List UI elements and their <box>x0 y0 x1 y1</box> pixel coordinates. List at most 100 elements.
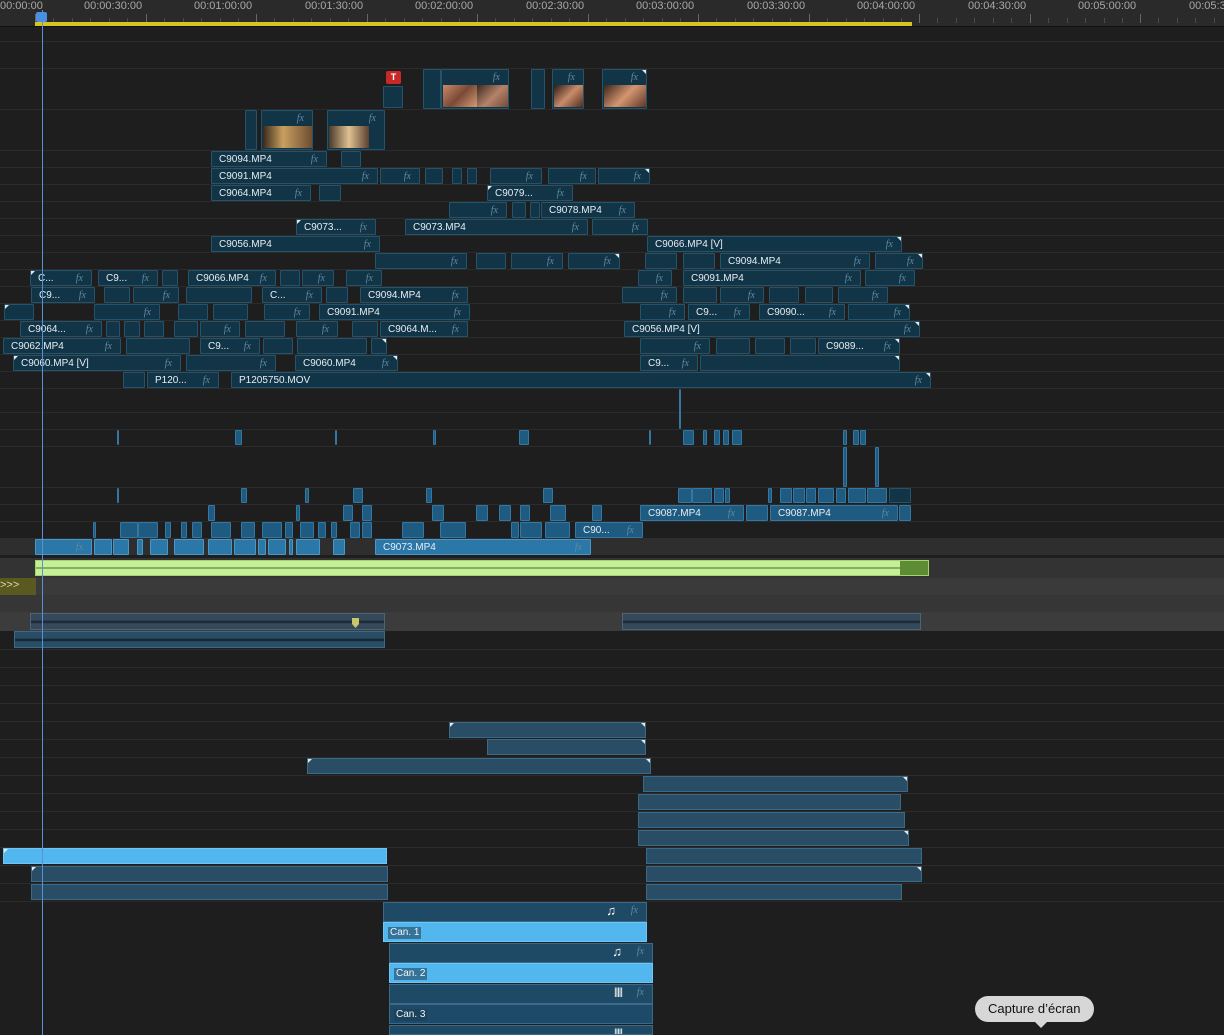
video-clip[interactable] <box>144 321 164 337</box>
video-clip[interactable] <box>117 488 119 503</box>
video-clip[interactable] <box>790 338 816 354</box>
video-clip[interactable] <box>300 522 314 538</box>
video-clip[interactable] <box>520 505 530 521</box>
video-clip[interactable] <box>692 488 712 503</box>
video-clip[interactable]: C9094.MP4 fx <box>211 151 327 167</box>
video-clip[interactable] <box>113 539 129 555</box>
audio-clip[interactable] <box>646 848 922 864</box>
video-clip[interactable] <box>123 372 145 388</box>
video-clip[interactable]: C9073.MP4 fx <box>375 539 591 555</box>
audio-clip[interactable] <box>31 884 388 900</box>
video-clip[interactable] <box>192 522 202 538</box>
video-clip[interactable] <box>94 539 112 555</box>
video-clip[interactable] <box>425 168 443 184</box>
video-clip[interactable] <box>106 321 120 337</box>
video-clip[interactable] <box>755 338 785 354</box>
video-clip[interactable] <box>318 522 326 538</box>
video-clip[interactable]: C9... fx <box>31 287 95 303</box>
video-clip[interactable]: C9091.MP4 fx <box>683 270 861 286</box>
video-clip[interactable] <box>297 338 367 354</box>
playhead-line[interactable] <box>42 10 43 1035</box>
video-clip[interactable]: C9064... fx <box>20 321 102 337</box>
video-clip[interactable] <box>4 304 34 320</box>
video-clip[interactable] <box>268 539 286 555</box>
video-clip[interactable]: fx <box>449 202 507 218</box>
video-clip[interactable] <box>519 430 529 445</box>
audio-clip[interactable] <box>307 758 651 774</box>
video-clip[interactable] <box>362 505 372 521</box>
video-clip[interactable] <box>550 505 566 521</box>
video-clip[interactable] <box>836 488 846 503</box>
video-clip[interactable]: fx <box>640 304 685 320</box>
video-clip[interactable]: fx <box>133 287 179 303</box>
video-clip[interactable]: C9079... fx <box>487 185 573 201</box>
video-clip[interactable]: fx <box>598 168 650 184</box>
video-clip[interactable] <box>371 338 387 354</box>
video-clip[interactable] <box>683 253 715 269</box>
audio-channel-clip[interactable]: Can. 3 <box>389 1004 653 1024</box>
audio-clip[interactable]: ♫ fx <box>389 943 653 963</box>
audio-clip[interactable] <box>646 866 922 882</box>
video-clip[interactable]: fx <box>552 69 584 109</box>
audio-clip[interactable]: ♫ fx <box>383 902 647 922</box>
audio-clip[interactable] <box>622 613 921 630</box>
audio-clip[interactable]: ||||| fx <box>389 984 653 1004</box>
video-clip[interactable] <box>258 539 266 555</box>
video-clip[interactable] <box>531 69 545 109</box>
video-clip[interactable]: fx <box>200 321 240 337</box>
video-clip[interactable]: fx <box>875 253 923 269</box>
video-clip[interactable] <box>150 539 168 555</box>
playhead-handle[interactable] <box>36 12 47 22</box>
video-clip[interactable] <box>174 539 204 555</box>
audio-clip[interactable] <box>638 830 909 846</box>
video-clip[interactable]: C9066.MP4 [V] fx <box>647 236 902 252</box>
video-clip[interactable] <box>716 338 750 354</box>
video-clip[interactable] <box>683 430 694 445</box>
video-clip[interactable]: fx <box>94 304 160 320</box>
video-clip[interactable] <box>714 488 724 503</box>
audio-clip[interactable] <box>449 722 646 738</box>
video-clip[interactable] <box>818 488 834 503</box>
video-clip[interactable]: fx <box>838 287 888 303</box>
video-clip[interactable]: C9091.MP4 fx <box>319 304 470 320</box>
audio-clip[interactable] <box>35 560 929 576</box>
audio-channel-clip[interactable]: Can. 1 <box>383 922 647 942</box>
video-clip[interactable] <box>174 321 198 337</box>
video-clip[interactable]: fx <box>375 253 467 269</box>
video-clip[interactable] <box>165 522 171 538</box>
video-clip[interactable] <box>889 488 911 503</box>
video-clip[interactable] <box>241 522 255 538</box>
audio-clip[interactable]: ||||| <box>389 1025 653 1035</box>
video-clip[interactable]: C9090... fx <box>759 304 845 320</box>
video-clip[interactable] <box>245 110 257 150</box>
video-clip[interactable] <box>432 505 444 521</box>
video-clip[interactable] <box>138 522 158 538</box>
video-clip[interactable] <box>732 430 742 445</box>
video-clip[interactable]: C9... fx <box>200 338 260 354</box>
video-clip[interactable] <box>120 522 138 538</box>
video-clip[interactable] <box>867 488 887 503</box>
video-clip[interactable] <box>211 522 231 538</box>
video-clip[interactable] <box>289 539 293 555</box>
video-clip[interactable] <box>341 151 361 167</box>
video-clip[interactable] <box>280 270 300 286</box>
audio-clip[interactable] <box>14 631 385 648</box>
video-clip[interactable]: fx <box>622 287 677 303</box>
video-clip[interactable]: C9... fx <box>98 270 158 286</box>
video-clip[interactable]: C9091.MP4 fx <box>211 168 378 184</box>
video-clip[interactable] <box>213 304 248 320</box>
video-clip[interactable] <box>780 488 792 503</box>
video-clip[interactable] <box>326 287 348 303</box>
video-clip[interactable] <box>768 488 772 503</box>
video-clip[interactable] <box>452 168 462 184</box>
video-clip[interactable]: fx <box>568 253 620 269</box>
video-clip[interactable] <box>263 338 293 354</box>
video-clip[interactable] <box>208 539 232 555</box>
video-clip[interactable] <box>319 185 341 201</box>
video-clip[interactable] <box>353 488 363 503</box>
video-clip[interactable]: C9087.MP4 fx <box>770 505 898 521</box>
video-clip[interactable]: C9094.MP4 fx <box>720 253 870 269</box>
video-clip[interactable] <box>335 430 337 445</box>
video-clip[interactable] <box>137 539 143 555</box>
video-clip[interactable] <box>423 69 441 109</box>
